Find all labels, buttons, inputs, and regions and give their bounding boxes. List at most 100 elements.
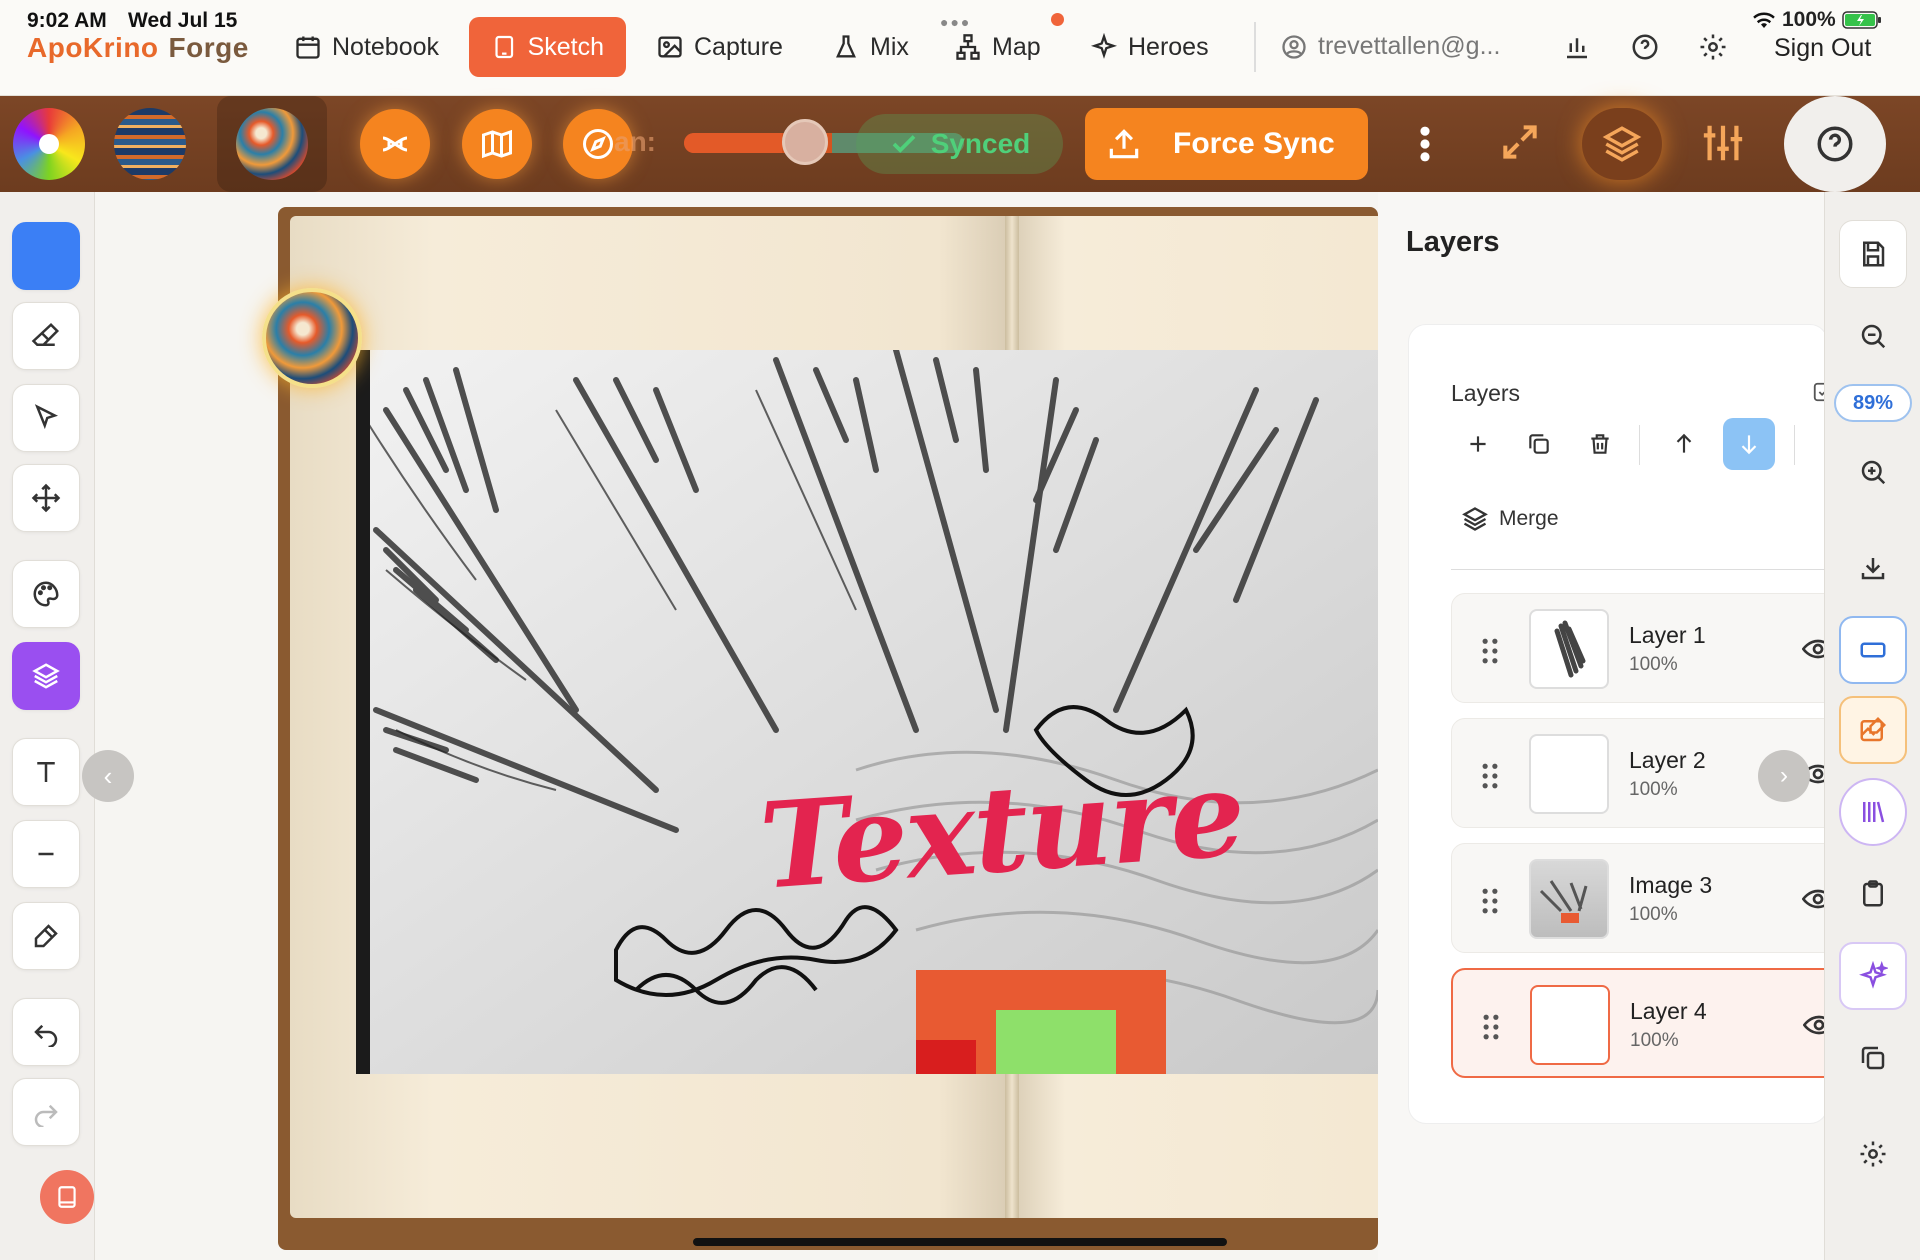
select-tool[interactable] bbox=[12, 384, 80, 452]
zoom-out-icon bbox=[1861, 324, 1886, 349]
force-sync-button[interactable]: Force Sync bbox=[1085, 108, 1368, 180]
tab-map[interactable]: Map bbox=[932, 17, 1063, 77]
text-tool[interactable] bbox=[12, 738, 80, 806]
tab-sketch[interactable]: Sketch bbox=[469, 17, 626, 77]
drag-grip-icon[interactable] bbox=[1480, 888, 1500, 914]
eraser-tool[interactable] bbox=[12, 302, 80, 370]
drag-grip-icon[interactable] bbox=[1480, 638, 1500, 664]
left-toolbar bbox=[0, 192, 95, 1260]
duplicate-button[interactable] bbox=[1839, 1024, 1907, 1092]
layers-divider bbox=[1451, 569, 1831, 570]
redo-icon bbox=[34, 1104, 58, 1127]
account-button[interactable]: trevettallen@g... bbox=[1280, 32, 1500, 61]
zoom-in-icon bbox=[1861, 460, 1886, 485]
library-button[interactable] bbox=[1839, 778, 1907, 846]
floating-avatar-bubble[interactable] bbox=[262, 288, 362, 388]
arrow-down-icon bbox=[1741, 435, 1757, 455]
layer-opacity: 100% bbox=[1629, 904, 1678, 925]
help-circle-button[interactable] bbox=[1784, 96, 1886, 192]
layer-thumbnail bbox=[1529, 734, 1609, 814]
notebook-view-button[interactable] bbox=[40, 1170, 94, 1224]
delete-layer-button[interactable] bbox=[1577, 421, 1623, 467]
zoom-level-badge[interactable]: 89% bbox=[1834, 384, 1912, 422]
layer-opacity: 100% bbox=[1630, 1030, 1679, 1051]
layer-thumbnail bbox=[1529, 859, 1609, 939]
more-options-icon[interactable] bbox=[1410, 122, 1440, 166]
user-circle-icon bbox=[1282, 34, 1306, 59]
abstract-art-thumbnail[interactable] bbox=[236, 108, 308, 180]
layer-row-3[interactable]: Image 3 100% bbox=[1451, 843, 1851, 953]
image-edit-icon bbox=[1860, 716, 1887, 742]
zoom-out-button[interactable] bbox=[1839, 302, 1907, 370]
move-tool[interactable] bbox=[12, 464, 80, 532]
save-button[interactable] bbox=[1839, 220, 1907, 288]
copy-icon bbox=[1861, 1046, 1885, 1070]
dna-tool-button[interactable] bbox=[360, 109, 430, 179]
tab-mix[interactable]: Mix bbox=[810, 17, 931, 77]
rectangle-icon bbox=[1860, 642, 1886, 658]
move-arrows-icon bbox=[31, 483, 61, 513]
tab-notebook-label: Notebook bbox=[332, 32, 440, 61]
tab-mix-label: Mix bbox=[870, 32, 909, 61]
clipboard-button[interactable] bbox=[1839, 860, 1907, 928]
tab-capture[interactable]: Capture bbox=[634, 17, 805, 77]
tab-map-label: Map bbox=[992, 32, 1041, 61]
layer-row-1[interactable]: Layer 1 100% bbox=[1451, 593, 1851, 703]
drag-grip-icon[interactable] bbox=[1481, 1014, 1501, 1040]
undo-button[interactable] bbox=[12, 998, 80, 1066]
layers-card-title: Layers bbox=[1451, 380, 1521, 406]
layers-toggle-button[interactable] bbox=[1582, 108, 1662, 180]
ai-sparkle-button[interactable] bbox=[1839, 942, 1907, 1010]
expand-icon[interactable] bbox=[1498, 120, 1542, 164]
merge-layers-icon bbox=[1462, 507, 1488, 531]
eraser-icon bbox=[31, 323, 60, 346]
synced-label: Synced bbox=[930, 128, 1031, 159]
flower-icon bbox=[39, 134, 59, 154]
drag-grip-icon[interactable] bbox=[1480, 763, 1500, 789]
current-color-swatch[interactable] bbox=[12, 222, 80, 290]
copy-icon bbox=[1529, 434, 1549, 454]
layer-name: Layer 2 bbox=[1629, 747, 1706, 773]
canvas-photo-layer[interactable] bbox=[356, 350, 1378, 1074]
top-navigation-bar: 9:02 AM Wed Jul 15 ApoKrino Forge Noteboo… bbox=[0, 0, 1920, 96]
merge-layers-button[interactable]: Merge bbox=[1461, 505, 1559, 533]
layers-tool[interactable] bbox=[12, 642, 80, 710]
add-layer-button[interactable] bbox=[1455, 421, 1501, 467]
layer-row-4[interactable]: Layer 4 100% bbox=[1451, 968, 1851, 1078]
slider-label: an: bbox=[614, 126, 656, 157]
duplicate-layer-button[interactable] bbox=[1516, 421, 1562, 467]
bar-chart-icon[interactable] bbox=[1562, 32, 1592, 62]
cursor-arrow-icon bbox=[34, 404, 59, 430]
landscape-thumbnail[interactable] bbox=[114, 108, 186, 180]
line-tool[interactable] bbox=[12, 820, 80, 888]
palette-tool[interactable] bbox=[12, 560, 80, 628]
redo-button[interactable] bbox=[12, 1078, 80, 1146]
frame-view-button[interactable] bbox=[1839, 616, 1907, 684]
move-layer-down-button[interactable] bbox=[1723, 418, 1775, 470]
collapse-right-panel-button[interactable]: › bbox=[1758, 750, 1810, 802]
download-icon bbox=[1861, 558, 1885, 580]
sign-out-button[interactable]: Sign Out bbox=[1774, 34, 1871, 63]
arrow-up-icon bbox=[1676, 433, 1692, 453]
sketch-artwork bbox=[356, 350, 1378, 1074]
settings-button[interactable] bbox=[1839, 1120, 1907, 1188]
eyedropper-tool[interactable] bbox=[12, 902, 80, 970]
move-layer-up-button[interactable] bbox=[1661, 421, 1707, 467]
collapse-left-panel-button[interactable]: ‹ bbox=[82, 750, 134, 802]
layer-name: Layer 1 bbox=[1629, 622, 1706, 648]
upload-icon bbox=[1109, 129, 1139, 159]
tab-notebook[interactable]: Notebook bbox=[272, 17, 461, 77]
download-button[interactable] bbox=[1839, 534, 1907, 602]
zoom-in-button[interactable] bbox=[1839, 438, 1907, 506]
tab-capture-label: Capture bbox=[694, 32, 783, 61]
help-icon[interactable] bbox=[1630, 32, 1660, 62]
gear-icon[interactable] bbox=[1698, 32, 1728, 62]
slider-thumb[interactable] bbox=[782, 119, 828, 165]
checkmark-icon bbox=[892, 135, 916, 153]
question-icon bbox=[1817, 126, 1853, 162]
color-wheel-thumbnail[interactable] bbox=[13, 108, 85, 180]
image-edit-button[interactable] bbox=[1839, 696, 1907, 764]
adjustments-icon[interactable] bbox=[1700, 120, 1746, 166]
tab-heroes[interactable]: Heroes bbox=[1068, 17, 1231, 77]
map-tool-button[interactable] bbox=[462, 109, 532, 179]
